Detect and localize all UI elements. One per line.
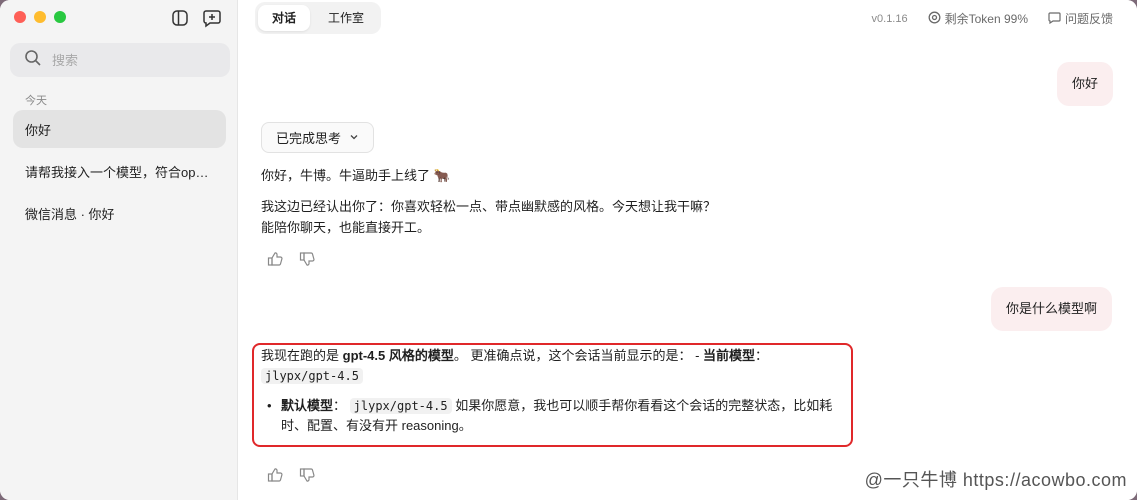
user-message: 你好 bbox=[1057, 62, 1114, 106]
reply-text: ： bbox=[333, 398, 347, 413]
chevron-down-icon bbox=[349, 130, 359, 145]
assistant-reply-line: 我这边已经认出你了：你喜欢轻松一点、带点幽默感的风格。今天想让我干嘛？ bbox=[261, 199, 717, 214]
reply-feedback bbox=[267, 251, 315, 267]
conversation-item[interactable]: 你好 bbox=[13, 110, 226, 148]
minimize-window-button[interactable] bbox=[34, 11, 46, 23]
inline-code: jlypx/gpt-4.5 bbox=[261, 368, 363, 384]
conversation-list: 你好 请帮我接入一个模型，符合op… 微信消息 · 你好 bbox=[13, 110, 226, 236]
reply-paragraph: 我现在跑的是 gpt-4.5 风格的模型。 更准确点说，这个会话当前显示的是： … bbox=[261, 346, 846, 386]
section-label-today: 今天 bbox=[25, 95, 47, 107]
conversation-title: 微信消息 · 你好 bbox=[25, 206, 115, 222]
chat-main: 对话 工作室 v0.1.16 剩余Token 99% 问题反馈 你好 已完成思考 bbox=[239, 0, 1137, 500]
maximize-window-button[interactable] bbox=[54, 11, 66, 23]
app-window: 今天 你好 请帮我接入一个模型，符合op… 微信消息 · 你好 对话 工作室 v… bbox=[0, 0, 1137, 500]
reply-bullet: • 默认模型： jlypx/gpt-4.5 如果你愿意，我也可以顺手帮你看看这个… bbox=[261, 396, 846, 436]
search-input[interactable] bbox=[52, 52, 202, 68]
reply-bold: 当前模型 bbox=[703, 348, 756, 363]
thumbs-up-icon[interactable] bbox=[267, 251, 283, 267]
watermark: @一只牛博 https://acowbo.com bbox=[864, 470, 1127, 490]
reply-text: 我现在跑的是 bbox=[261, 348, 343, 363]
conversation-title: 请帮我接入一个模型，符合op… bbox=[25, 164, 209, 180]
assistant-reply-line: 你好，牛博。牛逼助手上线了 🐂 bbox=[261, 168, 450, 183]
bullet-marker: • bbox=[267, 398, 272, 413]
sidebar: 今天 你好 请帮我接入一个模型，符合op… 微信消息 · 你好 bbox=[0, 0, 238, 500]
feedback-icon bbox=[1048, 11, 1061, 27]
tab-studio[interactable]: 工作室 bbox=[314, 5, 378, 31]
conversation-item[interactable]: 请帮我接入一个模型，符合op… bbox=[13, 152, 226, 190]
window-controls bbox=[14, 11, 66, 23]
reply-bold: 默认模型 bbox=[281, 398, 334, 413]
search-icon bbox=[24, 49, 42, 72]
thinking-label: 已完成思考 bbox=[276, 131, 342, 146]
thinking-toggle-button[interactable]: 已完成思考 bbox=[261, 122, 375, 153]
assistant-reply: 我现在跑的是 gpt-4.5 风格的模型。 更准确点说，这个会话当前显示的是： … bbox=[261, 346, 846, 436]
sidebar-tools bbox=[170, 8, 222, 28]
token-icon bbox=[928, 11, 941, 27]
token-status[interactable]: 剩余Token 99% bbox=[928, 10, 1028, 27]
new-chat-icon[interactable] bbox=[202, 8, 222, 28]
tab-chat[interactable]: 对话 bbox=[258, 5, 311, 31]
search-box[interactable] bbox=[10, 43, 230, 77]
inline-code: jlypx/gpt-4.5 bbox=[349, 398, 452, 414]
conversation-item[interactable]: 微信消息 · 你好 bbox=[13, 194, 226, 232]
close-window-button[interactable] bbox=[14, 11, 26, 23]
thumbs-down-icon[interactable] bbox=[299, 251, 315, 267]
version-label: v0.1.16 bbox=[871, 12, 908, 25]
feedback-link[interactable]: 问题反馈 bbox=[1048, 10, 1113, 27]
reply-text: 。 更准确点说，这个会话当前显示的是： - bbox=[453, 348, 704, 363]
reply-feedback bbox=[267, 467, 315, 483]
assistant-reply-line: 能陪你聊天，也能直接开工。 bbox=[261, 220, 431, 235]
conversation-title: 你好 bbox=[25, 122, 52, 138]
feedback-label: 问题反馈 bbox=[1064, 12, 1113, 26]
mode-tabs: 对话 工作室 bbox=[255, 2, 382, 34]
header-status: v0.1.16 剩余Token 99% 问题反馈 bbox=[872, 10, 1113, 27]
toggle-sidebar-icon[interactable] bbox=[170, 8, 190, 28]
thumbs-up-icon[interactable] bbox=[267, 467, 283, 483]
reply-text: ： bbox=[755, 348, 769, 363]
token-label: 剩余Token 99% bbox=[944, 12, 1028, 26]
user-message: 你是什么模型啊 bbox=[991, 287, 1113, 331]
thumbs-down-icon[interactable] bbox=[299, 467, 315, 483]
reply-bold: gpt-4.5 风格的模型 bbox=[342, 348, 454, 363]
